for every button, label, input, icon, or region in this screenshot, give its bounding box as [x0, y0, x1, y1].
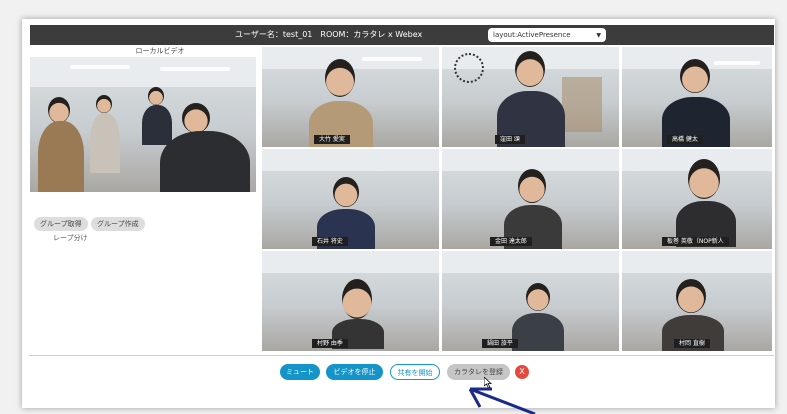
local-video-label: ローカルビデオ: [135, 47, 185, 55]
participant-name: 村岡 直樹: [674, 339, 710, 348]
participant-tile[interactable]: 金田 達太郎: [442, 149, 619, 249]
layout-select[interactable]: layout:ActivePresence ▼: [488, 28, 606, 42]
divider: [29, 355, 774, 356]
participant-name: 金田 達太郎: [490, 237, 532, 246]
participant-tile[interactable]: 石井 将史: [262, 149, 439, 249]
group-create-button[interactable]: グループ作成: [91, 217, 145, 231]
participant-tile[interactable]: 板巻 英敬（NOP新人: [622, 149, 772, 249]
app-window: ユーザー名：test_01 ROOM：カラタレ x Webex layout:A…: [22, 19, 775, 408]
mute-button[interactable]: ミュート: [280, 364, 320, 380]
close-button[interactable]: X: [515, 365, 529, 379]
pointer-arrow-icon: [468, 387, 536, 414]
participant-name: 高橋 健太: [667, 135, 703, 144]
participant-name: 大竹 愛実: [314, 135, 350, 144]
participant-tile[interactable]: 大竹 愛実: [262, 47, 439, 147]
group-split-label: レープ分け: [53, 234, 88, 242]
participant-tile[interactable]: 鍋田 旅平: [442, 251, 619, 351]
participant-name: 板巻 英敬（NOP新人: [662, 237, 729, 246]
top-bar: ユーザー名：test_01 ROOM：カラタレ x Webex layout:A…: [30, 25, 774, 45]
participant-tile[interactable]: 村野 由季: [262, 251, 439, 351]
share-button[interactable]: 共有を開始: [390, 364, 440, 380]
local-video: [30, 57, 256, 192]
wall-clock-decoration: [454, 53, 484, 83]
layout-select-value: layout:ActivePresence: [493, 31, 571, 39]
register-karatere-button[interactable]: カラタレを登録: [447, 364, 510, 380]
session-info: ユーザー名：test_01 ROOM：カラタレ x Webex: [235, 30, 423, 39]
group-get-button[interactable]: グループ取得: [34, 217, 88, 231]
stop-video-button[interactable]: ビデオを停止: [326, 364, 383, 380]
participant-tile[interactable]: 高橋 健太: [622, 47, 772, 147]
participant-tile[interactable]: 村岡 直樹: [622, 251, 772, 351]
participant-name: 村野 由季: [312, 339, 348, 348]
participant-name: 鍋田 旅平: [482, 339, 518, 348]
participant-name: 窪田 頌: [495, 135, 525, 144]
participant-tile[interactable]: 窪田 頌: [442, 47, 619, 147]
participant-name: 石井 将史: [312, 237, 348, 246]
chevron-down-icon: ▼: [596, 31, 601, 39]
